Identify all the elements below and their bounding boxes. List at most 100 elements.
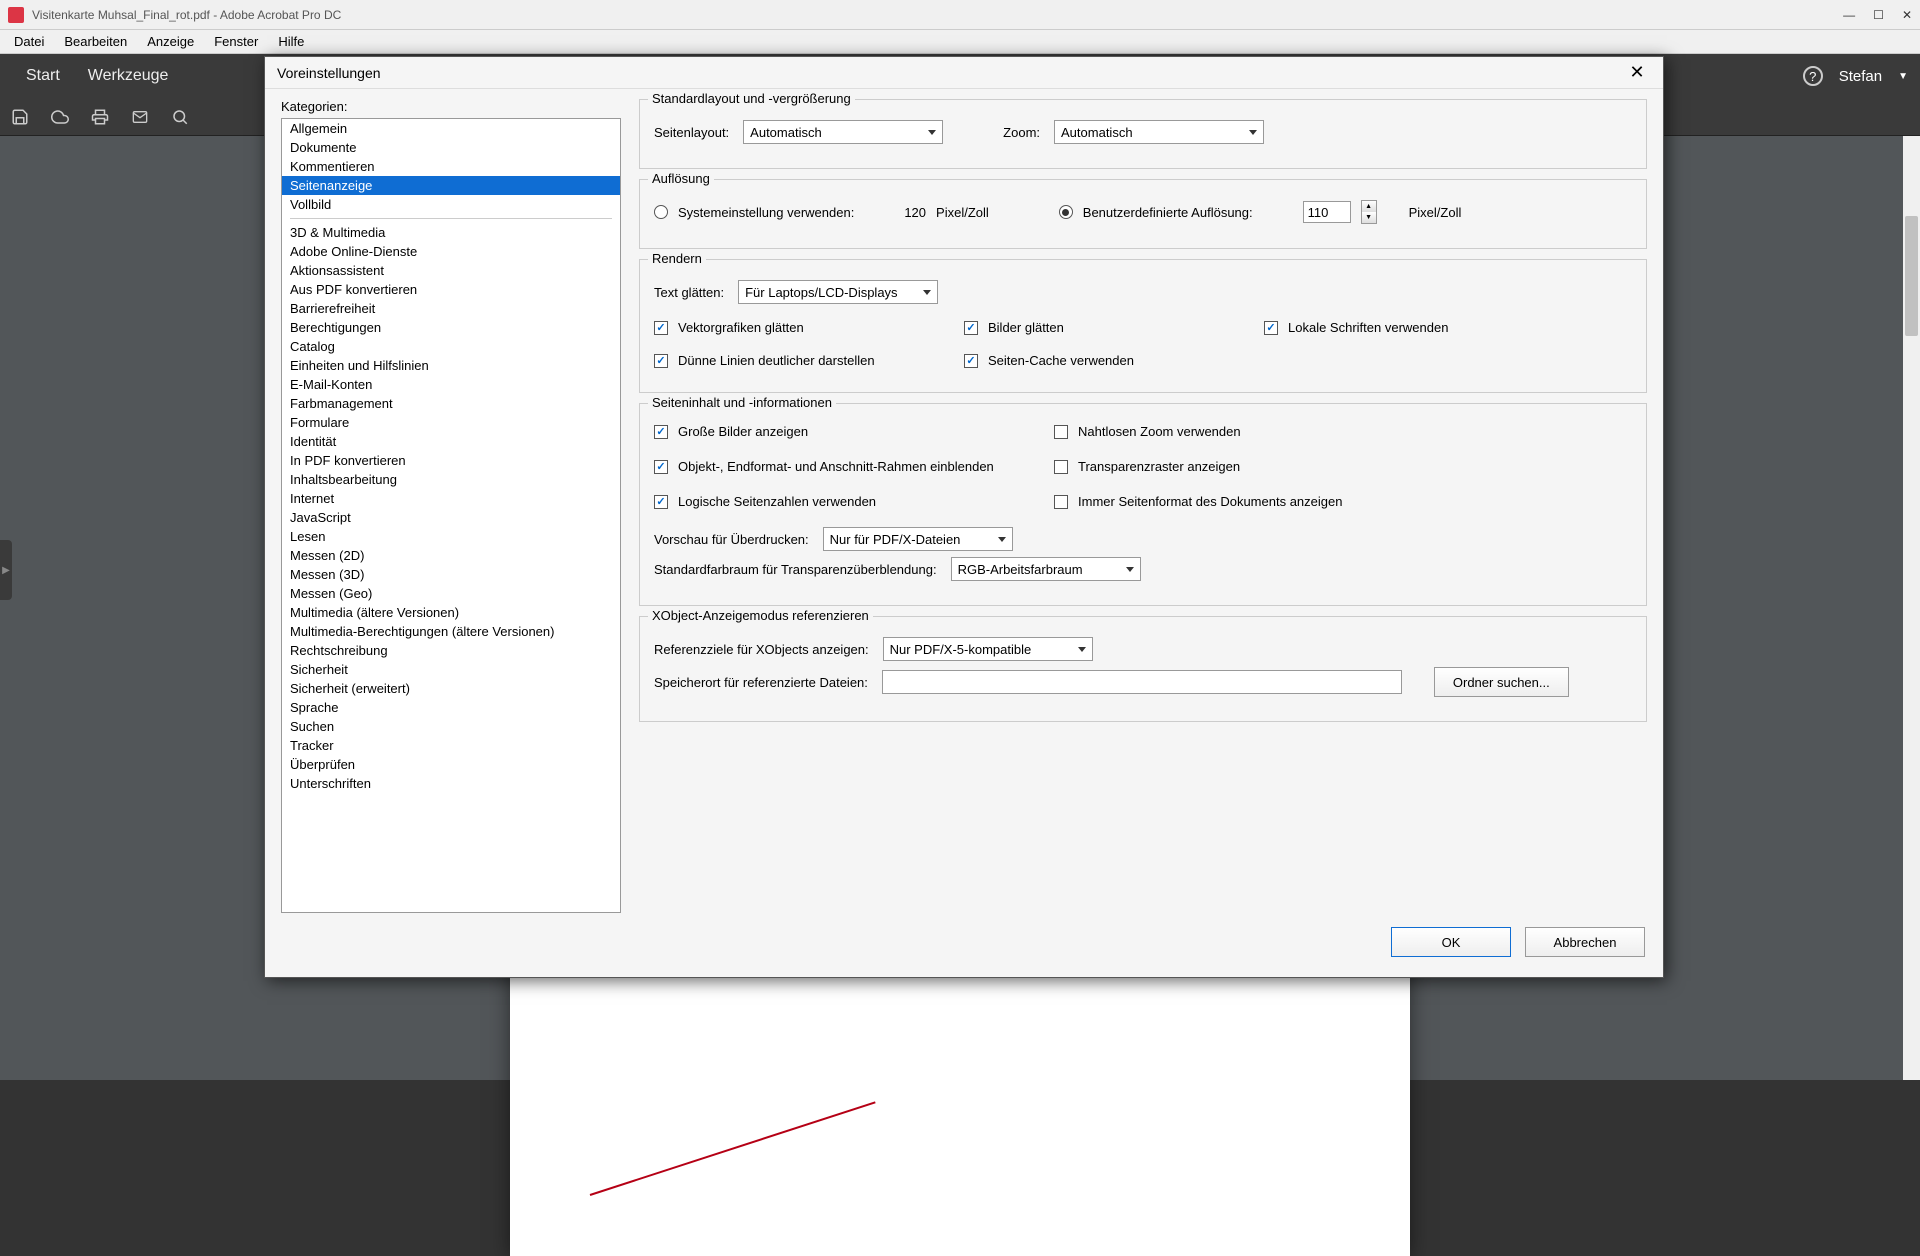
category-item[interactable]: Identität — [282, 432, 620, 451]
blend-select[interactable]: RGB-Arbeitsfarbraum — [951, 557, 1141, 581]
resolution-spinner[interactable]: ▲▼ — [1361, 200, 1377, 224]
category-item[interactable]: Messen (3D) — [282, 565, 620, 584]
category-item[interactable]: Suchen — [282, 717, 620, 736]
menu-hilfe[interactable]: Hilfe — [268, 34, 314, 49]
dialog-titlebar: Voreinstellungen ✕ — [265, 57, 1663, 89]
cloud-icon[interactable] — [50, 107, 70, 127]
tab-tools[interactable]: Werkzeuge — [74, 67, 183, 85]
zoom-select[interactable]: Automatisch — [1054, 120, 1264, 144]
system-resolution-label: Systemeinstellung verwenden: — [678, 205, 854, 220]
page-content-line — [590, 1101, 876, 1196]
category-item[interactable]: Tracker — [282, 736, 620, 755]
local-fonts-check[interactable]: ✓ — [1264, 321, 1278, 335]
minimize-icon[interactable]: — — [1843, 8, 1855, 22]
always-pageformat-check[interactable] — [1054, 495, 1068, 509]
category-item[interactable]: Adobe Online-Dienste — [282, 242, 620, 261]
category-item[interactable]: Aktionsassistent — [282, 261, 620, 280]
thin-lines-check[interactable]: ✓ — [654, 354, 668, 368]
text-smooth-select[interactable]: Für Laptops/LCD-Displays — [738, 280, 938, 304]
page-cache-check[interactable]: ✓ — [964, 354, 978, 368]
category-item[interactable]: Vollbild — [282, 195, 620, 214]
user-name[interactable]: Stefan — [1839, 68, 1882, 85]
pagelayout-select[interactable]: Automatisch — [743, 120, 943, 144]
category-item[interactable]: Inhaltsbearbeitung — [282, 470, 620, 489]
panel-expand-handle[interactable]: ▶ — [0, 540, 12, 600]
tab-start[interactable]: Start — [12, 67, 74, 85]
window-title: Visitenkarte Muhsal_Final_rot.pdf - Adob… — [32, 8, 341, 22]
help-icon[interactable]: ? — [1803, 66, 1823, 86]
close-icon[interactable]: ✕ — [1902, 8, 1912, 22]
category-item[interactable]: 3D & Multimedia — [282, 223, 620, 242]
category-item[interactable]: Berechtigungen — [282, 318, 620, 337]
menu-datei[interactable]: Datei — [4, 34, 54, 49]
overprint-select[interactable]: Nur für PDF/X-Dateien — [823, 527, 1013, 551]
category-item[interactable]: Farbmanagement — [282, 394, 620, 413]
category-item[interactable]: Messen (Geo) — [282, 584, 620, 603]
print-icon[interactable] — [90, 107, 110, 127]
category-item[interactable]: In PDF konvertieren — [282, 451, 620, 470]
category-item[interactable]: Multimedia (ältere Versionen) — [282, 603, 620, 622]
xobject-loc-input[interactable] — [882, 670, 1402, 694]
app-icon — [8, 7, 24, 23]
system-resolution-radio[interactable] — [654, 205, 668, 219]
categories-list[interactable]: AllgemeinDokumenteKommentierenSeitenanze… — [281, 118, 621, 913]
maximize-icon[interactable]: ☐ — [1873, 8, 1884, 22]
category-item[interactable]: Unterschriften — [282, 774, 620, 793]
category-item[interactable]: Messen (2D) — [282, 546, 620, 565]
category-item[interactable]: Einheiten und Hilfslinien — [282, 356, 620, 375]
dialog-title: Voreinstellungen — [277, 65, 381, 81]
category-item[interactable]: Allgemein — [282, 119, 620, 138]
category-item[interactable]: Sprache — [282, 698, 620, 717]
menu-fenster[interactable]: Fenster — [204, 34, 268, 49]
category-item[interactable]: Lesen — [282, 527, 620, 546]
category-item[interactable]: Rechtschreibung — [282, 641, 620, 660]
category-item[interactable]: Sicherheit (erweitert) — [282, 679, 620, 698]
category-item[interactable]: Internet — [282, 489, 620, 508]
logical-pages-check[interactable]: ✓ — [654, 495, 668, 509]
menubar: Datei Bearbeiten Anzeige Fenster Hilfe — [0, 30, 1920, 54]
resolution-unit-1: Pixel/Zoll — [936, 205, 989, 220]
show-boxes-check[interactable]: ✓ — [654, 460, 668, 474]
preferences-dialog: Voreinstellungen ✕ Kategorien: Allgemein… — [264, 56, 1664, 978]
category-item[interactable]: Sicherheit — [282, 660, 620, 679]
mail-icon[interactable] — [130, 107, 150, 127]
transparency-grid-check[interactable] — [1054, 460, 1068, 474]
save-icon[interactable] — [10, 107, 30, 127]
category-item[interactable]: E-Mail-Konten — [282, 375, 620, 394]
xobject-ref-label: Referenzziele für XObjects anzeigen: — [654, 642, 869, 657]
category-item[interactable]: Seitenanzeige — [282, 176, 620, 195]
ok-button[interactable]: OK — [1391, 927, 1511, 957]
group-render-title: Rendern — [648, 251, 706, 266]
xobject-ref-select[interactable]: Nur PDF/X-5-kompatible — [883, 637, 1093, 661]
blend-label: Standardfarbraum für Transparenzüberblen… — [654, 562, 937, 577]
dialog-close-icon[interactable]: ✕ — [1623, 59, 1651, 87]
menu-anzeige[interactable]: Anzeige — [137, 34, 204, 49]
resolution-unit-2: Pixel/Zoll — [1409, 205, 1462, 220]
category-item[interactable]: Formulare — [282, 413, 620, 432]
category-item[interactable]: Dokumente — [282, 138, 620, 157]
categories-label: Kategorien: — [281, 99, 621, 114]
image-smooth-check[interactable]: ✓ — [964, 321, 978, 335]
search-icon[interactable] — [170, 107, 190, 127]
custom-resolution-radio[interactable] — [1059, 205, 1073, 219]
category-item[interactable]: JavaScript — [282, 508, 620, 527]
category-item[interactable]: Aus PDF konvertieren — [282, 280, 620, 299]
category-item[interactable]: Multimedia-Berechtigungen (ältere Versio… — [282, 622, 620, 641]
large-images-check[interactable]: ✓ — [654, 425, 668, 439]
scrollbar-vertical[interactable] — [1903, 136, 1920, 1080]
group-resolution-title: Auflösung — [648, 171, 714, 186]
category-item[interactable]: Kommentieren — [282, 157, 620, 176]
cancel-button[interactable]: Abbrechen — [1525, 927, 1645, 957]
system-resolution-value: 120 — [904, 205, 926, 220]
custom-resolution-input[interactable] — [1303, 201, 1351, 223]
category-item[interactable]: Überprüfen — [282, 755, 620, 774]
seamless-zoom-check[interactable] — [1054, 425, 1068, 439]
custom-resolution-label: Benutzerdefinierte Auflösung: — [1083, 205, 1253, 220]
group-layout-title: Standardlayout und -vergrößerung — [648, 91, 855, 106]
user-menu-chevron-icon[interactable]: ▼ — [1898, 71, 1908, 82]
browse-folder-button[interactable]: Ordner suchen... — [1434, 667, 1569, 697]
menu-bearbeiten[interactable]: Bearbeiten — [54, 34, 137, 49]
category-item[interactable]: Catalog — [282, 337, 620, 356]
category-item[interactable]: Barrierefreiheit — [282, 299, 620, 318]
vector-smooth-check[interactable]: ✓ — [654, 321, 668, 335]
